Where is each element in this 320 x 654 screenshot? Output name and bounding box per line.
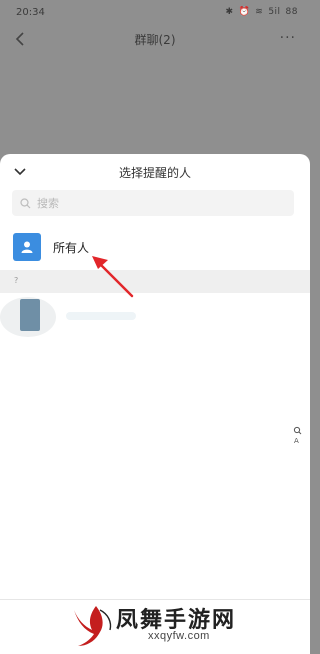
chat-header: 群聊(2) ···	[0, 24, 310, 54]
battery-icon: 88	[285, 7, 298, 17]
sheet-header: 选择提醒的人	[0, 154, 310, 190]
alarm-icon: ⏰	[238, 7, 251, 17]
member-name-redacted	[66, 312, 136, 320]
member-list-item[interactable]	[0, 295, 310, 339]
status-time: 20:34	[16, 6, 45, 18]
group-avatar	[13, 233, 41, 261]
phoenix-logo-icon	[74, 606, 112, 646]
bluetooth-icon: ✱	[225, 7, 234, 17]
sheet-title: 选择提醒的人	[118, 165, 191, 180]
index-search-icon[interactable]: A	[293, 426, 302, 446]
wifi-icon: ≋	[255, 7, 264, 17]
annotation-arrow-icon	[92, 256, 134, 298]
search-placeholder: 搜索	[37, 197, 59, 210]
search-icon	[20, 197, 31, 208]
person-icon	[21, 241, 33, 253]
svg-text:A: A	[294, 437, 299, 445]
section-header: ?	[0, 270, 310, 293]
mention-picker-sheet: 选择提醒的人 搜索 所有人 ? A	[0, 154, 310, 599]
watermark-footer: 凤舞手游网 xxqyfw.com	[0, 599, 310, 654]
watermark-url: xxqyfw.com	[148, 630, 210, 642]
signal-icon: 5il	[268, 7, 281, 17]
chevron-down-icon[interactable]	[12, 165, 28, 179]
everyone-label: 所有人	[53, 240, 90, 255]
status-bar: 20:34 ✱ ⏰ ≋ 5il 88	[0, 0, 310, 24]
avatar	[20, 299, 40, 331]
more-options-icon[interactable]: ···	[280, 30, 296, 46]
back-arrow-icon[interactable]	[12, 29, 30, 49]
search-input[interactable]: 搜索	[12, 190, 294, 216]
status-icons: ✱ ⏰ ≋ 5il 88	[226, 7, 299, 17]
mention-everyone-row[interactable]: 所有人	[0, 229, 310, 265]
chat-title: 群聊(2)	[134, 32, 176, 47]
